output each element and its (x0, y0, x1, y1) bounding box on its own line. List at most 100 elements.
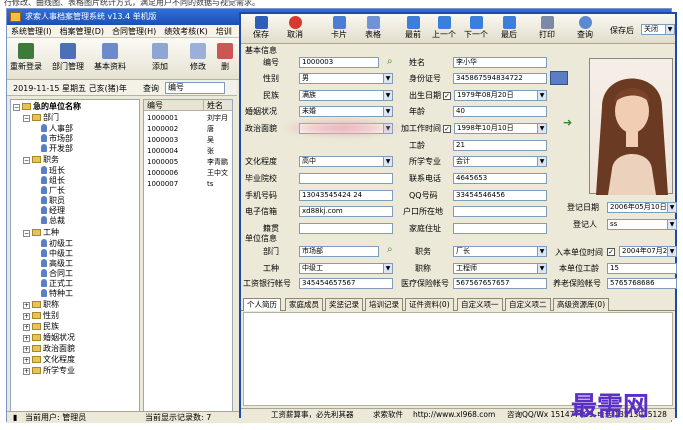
phone-field[interactable]: 4645653 (453, 173, 547, 184)
tree-leaf[interactable]: 经理 (41, 206, 65, 216)
tab-rewards[interactable]: 奖惩记录 (325, 298, 363, 311)
table-row[interactable]: 1000003 吴 (144, 135, 232, 145)
tab-family[interactable]: 家庭成员 (285, 298, 323, 311)
search-icon[interactable]: ⌕ (387, 57, 393, 67)
tab-resume[interactable]: 个人简历 (243, 298, 281, 311)
email-field[interactable]: xd88kj.com (299, 206, 393, 217)
tree-root[interactable]: − 急的单位名称 (13, 102, 81, 112)
tab-training[interactable]: 培训记录 (365, 298, 403, 311)
delete-button[interactable]: 删 (215, 40, 235, 78)
hukou-field[interactable] (453, 206, 547, 217)
birthdate-checkbox[interactable]: ✓ (443, 92, 451, 100)
prev-button[interactable]: 上一个 (429, 15, 459, 43)
tree-group[interactable]: + 性别 (23, 311, 59, 321)
tab-custom-2[interactable]: 自定义项二 (505, 298, 551, 311)
id-card-field[interactable]: 345867594834722 (453, 73, 547, 84)
tree-group[interactable]: + 职称 (23, 300, 59, 310)
tree-leaf[interactable]: 组长 (41, 176, 65, 186)
tab-documents[interactable]: 证件资料(0) (405, 298, 454, 311)
first-button[interactable]: 最前 (399, 15, 427, 43)
tree-leaf[interactable]: 开发部 (41, 144, 73, 154)
table-row[interactable]: 1000002 唐 (144, 124, 232, 134)
tree-group[interactable]: + 文化程度 (23, 355, 75, 365)
tree-leaf[interactable]: 合同工 (41, 269, 73, 279)
school-field[interactable] (299, 173, 393, 184)
menu-archive[interactable]: 档案管理(D) (56, 25, 108, 38)
column-header[interactable]: 姓名 (204, 100, 232, 111)
pension-account-field[interactable]: 5765768686 (607, 278, 677, 289)
position-select[interactable]: 厂长 ▼ (453, 246, 547, 257)
address-field[interactable] (453, 223, 547, 234)
register-date-picker[interactable]: 2006年05月10日 ▼ (607, 202, 677, 213)
menu-contract[interactable]: 合同管理(H) (108, 25, 160, 38)
last-button[interactable]: 最后 (495, 15, 523, 43)
education-select[interactable]: 高中 ▼ (299, 156, 393, 167)
tree-leaf[interactable]: 人事部 (41, 124, 73, 134)
search-icon[interactable]: ⌕ (387, 245, 393, 255)
mobile-field[interactable]: 13043545424 24 (299, 190, 393, 201)
tree-group[interactable]: + 婚姻状况 (23, 333, 75, 343)
save-after-select[interactable]: 关闭 ▼ (641, 24, 675, 35)
table-row[interactable]: 1000001 刘宇月 (144, 113, 232, 123)
dept-manage-button[interactable]: 部门管理 (51, 40, 85, 78)
medical-account-field[interactable]: 567567657657 (453, 278, 547, 289)
column-header[interactable]: 编号 (144, 100, 204, 111)
tree-leaf[interactable]: 市场部 (41, 134, 73, 144)
id-card-reader-icon[interactable] (550, 71, 568, 85)
arrow-left-icon[interactable]: ➜ (563, 117, 572, 128)
footer-url[interactable]: http://www.xl968.com (413, 409, 495, 420)
save-button[interactable]: 保存 (247, 15, 275, 43)
edit-button[interactable]: 修改 (181, 40, 215, 78)
table-view-button[interactable]: 表格 (359, 15, 387, 43)
salary-account-field[interactable]: 345454657567 (299, 278, 393, 289)
join-date-checkbox[interactable]: ✓ (607, 248, 615, 256)
unit-seniority-field[interactable]: 15 (607, 263, 677, 274)
tree-leaf[interactable]: 总裁 (41, 216, 65, 226)
gender-select[interactable]: 男 ▼ (299, 73, 393, 84)
native-place-field[interactable] (299, 223, 393, 234)
print-button[interactable]: 打印 (533, 15, 561, 43)
tree-leaf[interactable]: 班长 (41, 166, 65, 176)
basic-data-button[interactable]: 基本资料 (93, 40, 127, 78)
tree-group[interactable]: + 民族 (23, 322, 59, 332)
id-field[interactable]: 1000003 (299, 57, 379, 68)
qq-field[interactable]: 33454546456 (453, 190, 547, 201)
major-select[interactable]: 会计 ▼ (453, 156, 547, 167)
add-button[interactable]: 添加 (143, 40, 177, 78)
registrar-select[interactable]: ss ▼ (607, 219, 677, 230)
relogin-button[interactable]: 重新登录 (9, 40, 43, 78)
next-button[interactable]: 下一个 (461, 15, 491, 43)
title-select[interactable]: 工程师 ▼ (453, 263, 547, 274)
tree-leaf[interactable]: 厂长 (41, 186, 65, 196)
menu-performance[interactable]: 绩效考核(K) (160, 25, 212, 38)
join-date-picker[interactable]: 2004年07月29日 ▼ (619, 246, 677, 257)
tree-leaf[interactable]: 特种工 (41, 289, 73, 299)
table-row[interactable]: 1000005 李青鹏 (144, 157, 232, 167)
table-row[interactable]: 1000004 张 (144, 146, 232, 156)
table-row[interactable]: 1000006 王中文 (144, 168, 232, 178)
work-start-checkbox[interactable]: ✓ (443, 125, 451, 133)
menu-system[interactable]: 系统管理(I) (7, 25, 56, 38)
tab-resources[interactable]: 高级资源库(0) (553, 298, 610, 311)
query-field[interactable]: 编号 (165, 82, 225, 94)
tree-leaf[interactable]: 高级工 (41, 259, 73, 269)
seniority-field[interactable]: 21 (453, 140, 547, 151)
age-field[interactable]: 40 (453, 106, 547, 117)
tree-leaf[interactable]: 正式工 (41, 279, 73, 289)
ethnicity-select[interactable]: 满族 ▼ (299, 90, 393, 101)
tree-group[interactable]: − 工种 (23, 228, 59, 238)
tree-leaf[interactable]: 中级工 (41, 249, 73, 259)
work-start-picker[interactable]: 1998年10月10日 ▼ (454, 123, 547, 134)
cancel-button[interactable]: 取消 (281, 15, 309, 43)
table-row[interactable]: 1000007 ts (144, 179, 232, 189)
department-field[interactable]: 市场部 (299, 246, 379, 257)
worktype-select[interactable]: 中级工 ▼ (299, 263, 393, 274)
tree-leaf[interactable]: 初级工 (41, 239, 73, 249)
card-view-button[interactable]: 卡片 (325, 15, 353, 43)
tree-group[interactable]: − 职务 (23, 155, 59, 165)
tree-group[interactable]: + 政治面貌 (23, 344, 75, 354)
name-field[interactable]: 李小华 (453, 57, 547, 68)
employee-photo[interactable] (589, 58, 673, 195)
tab-custom-1[interactable]: 自定义项一 (457, 298, 503, 311)
tree-leaf[interactable]: 职员 (41, 196, 65, 206)
